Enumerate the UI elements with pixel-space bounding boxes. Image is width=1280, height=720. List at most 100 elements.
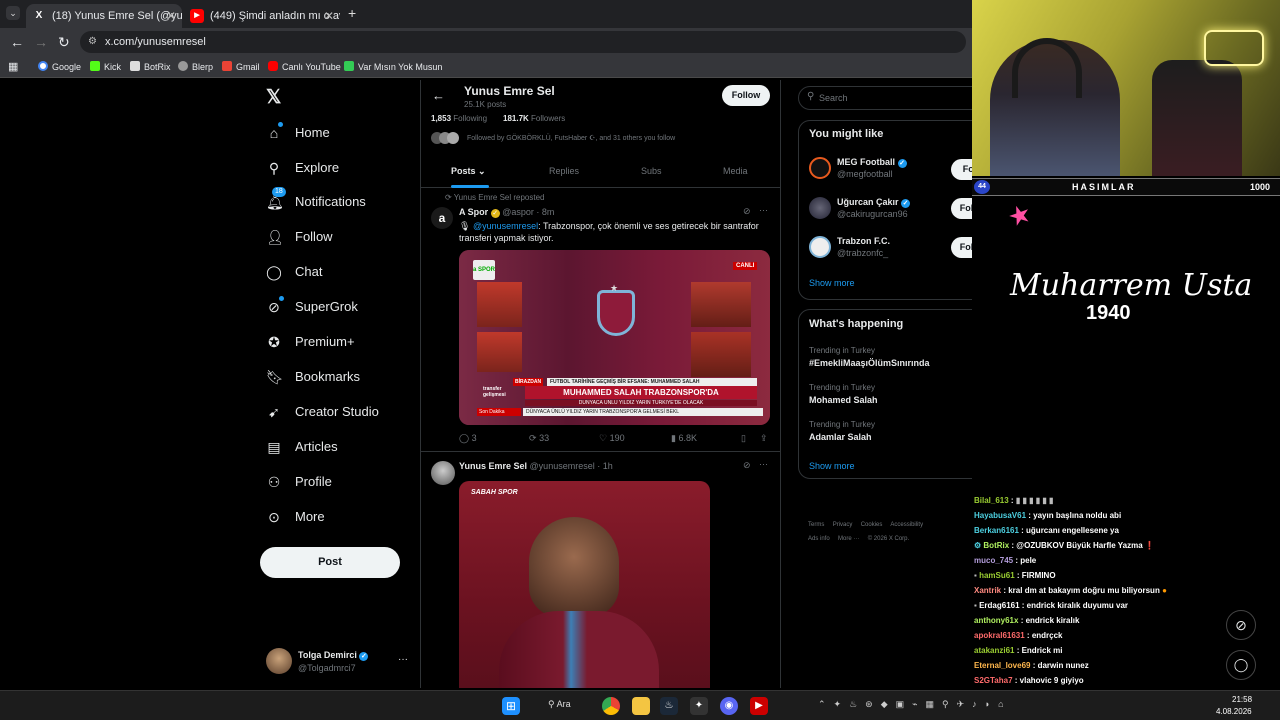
tab-title: (18) Yunus Emre Sel (@yun… xyxy=(52,10,182,22)
post-image[interactable]: a SPOR CANLI ★ BİRAZDAN FUTBOL TARİHİNE … xyxy=(459,250,770,425)
start-icon[interactable]: ⊞ xyxy=(502,697,520,715)
account-switcher[interactable]: Tolga Demirci ✓ @Tolgadmrci7 ··· xyxy=(266,646,412,676)
footer-link[interactable]: Terms xyxy=(808,522,824,528)
show-more-link[interactable]: Show more xyxy=(809,278,855,288)
tray-icons[interactable]: ⌃✦♨⊛◆▣⌁▦⚲✈♪◗⌂ xyxy=(818,699,1012,710)
bookmark-kick[interactable]: Kick xyxy=(90,59,121,75)
footer-link[interactable]: Cookies xyxy=(861,522,883,528)
footer-link[interactable]: Accessibility xyxy=(890,522,923,528)
like-button[interactable]: ♡ 190 xyxy=(599,433,625,444)
post-image[interactable]: SABAH SPOR xyxy=(459,481,710,688)
tab-media[interactable]: Media xyxy=(723,166,748,176)
messages-float-button[interactable]: ◯ xyxy=(1226,650,1256,680)
bar-left-count: 44 xyxy=(974,180,990,194)
tab-list-chevron-icon[interactable]: ⌄ xyxy=(6,6,20,20)
sidebar-item-bookmarks[interactable]: 🔖︎ Bookmarks xyxy=(266,360,360,394)
site-info-icon[interactable]: ⚙ xyxy=(88,31,97,53)
x-logo-icon[interactable]: 𝕏 xyxy=(266,88,286,108)
close-tab-icon[interactable]: ✕ xyxy=(324,6,334,26)
game-icon[interactable]: ✦ xyxy=(690,697,708,715)
rivals-bar: 44 HASIMLAR 1000 xyxy=(972,178,1280,196)
trend-item[interactable]: Trending in Turkey Adamlar Salah xyxy=(809,420,875,442)
tab-posts[interactable]: Posts ⌄ xyxy=(451,166,486,177)
back-arrow-icon[interactable]: ← xyxy=(432,88,445,103)
post-author-line: A Spor ✓ @aspor · 8m xyxy=(459,207,555,218)
bookmark-icon[interactable]: ▯ xyxy=(741,433,746,444)
bookmark-botrix[interactable]: BotRix xyxy=(130,59,171,75)
following-link[interactable]: 1,853 Following xyxy=(431,114,487,123)
grok-float-button[interactable]: ⊘ xyxy=(1226,610,1256,640)
grok-icon[interactable]: ⊘ xyxy=(743,206,751,217)
player-jersey xyxy=(499,611,659,688)
back-icon[interactable]: ← xyxy=(10,34,24,50)
account-name: Tolga Demirci ✓ xyxy=(298,650,369,661)
bookmark-google[interactable]: Google xyxy=(38,59,81,75)
verified-icon: ✓ xyxy=(897,159,907,168)
youtube-icon[interactable]: ▶ xyxy=(750,697,768,715)
repost-icon: ⟳ xyxy=(529,433,537,443)
sidebar-item-premium[interactable]: ✪ Premium+ xyxy=(266,325,354,359)
footer-link[interactable]: Privacy xyxy=(833,522,853,528)
profile-follow-button[interactable]: Follow xyxy=(722,85,770,106)
file-explorer-icon[interactable] xyxy=(632,697,650,715)
trend-item[interactable]: Trending in Turkey #EmekliMaaşıÖlümSınırı… xyxy=(809,346,930,368)
url-input[interactable]: ⚙ x.com/yunusemresel xyxy=(80,31,966,53)
sidebar-item-supergrok[interactable]: ⊘ SuperGrok xyxy=(266,290,358,324)
sidebar-item-explore[interactable]: ⚲ Explore xyxy=(266,151,339,185)
post-card[interactable]: Yunus Emre Sel @yunusemresel · 1h ⊘ ··· … xyxy=(421,453,780,688)
tab-x-profile[interactable]: X (18) Yunus Emre Sel (@yun… ✕ xyxy=(26,4,182,28)
sidebar-item-follow[interactable]: 👤︎ Follow xyxy=(266,220,333,254)
bookmark-youtube[interactable]: Canlı YouTube xyxy=(268,59,341,75)
verified-gold-icon: ✓ xyxy=(490,209,500,218)
sidebar-item-more[interactable]: ⊙ More xyxy=(266,500,325,534)
views-stat[interactable]: ▮ 6.8K xyxy=(671,433,697,444)
footer-link[interactable]: More ··· xyxy=(838,536,859,542)
bookmark-blerp[interactable]: Blerp xyxy=(178,59,213,75)
chat-message: ▪ Erdag6161 : endrick kiralık duyumu var xyxy=(974,601,1129,610)
reload-icon[interactable]: ↻ xyxy=(58,34,70,51)
tab-youtube[interactable]: ▶ (449) Şimdi anladın mı o avludan… ✕ xyxy=(184,4,340,28)
sidebar-item-creator-studio[interactable]: ➹ Creator Studio xyxy=(266,395,379,429)
chrome-icon[interactable] xyxy=(602,697,620,715)
tab-subs[interactable]: Subs xyxy=(641,166,662,176)
chat-message: apokral61631 : endrçck xyxy=(974,631,1063,640)
sidebar-item-chat[interactable]: ◯ Chat xyxy=(266,255,322,289)
discord-icon[interactable]: ◉ xyxy=(720,697,738,715)
repost-button[interactable]: ⟳ 33 xyxy=(529,433,549,444)
steam-icon[interactable]: ♨ xyxy=(660,697,678,715)
followers-link[interactable]: 181.7K Followers xyxy=(503,114,565,123)
column-divider xyxy=(780,80,781,688)
tv-logo: a SPOR xyxy=(473,260,495,280)
sidebar-item-notifications[interactable]: 🔔︎ Notifications 18 xyxy=(266,185,366,219)
share-icon[interactable]: ⇪ xyxy=(760,433,768,444)
grok-icon[interactable]: ⊘ xyxy=(743,460,751,471)
bookmark-gmail[interactable]: Gmail xyxy=(222,59,260,75)
tab-replies[interactable]: Replies xyxy=(549,166,579,176)
post-card[interactable]: ⟳ Yunus Emre Sel reposted a A Spor ✓ @as… xyxy=(421,189,780,452)
mention-link[interactable]: @yunusemresel xyxy=(473,221,538,231)
show-more-link[interactable]: Show more xyxy=(809,461,855,471)
reply-button[interactable]: ◯ 3 xyxy=(459,433,477,444)
sidebar-item-articles[interactable]: ▤ Articles xyxy=(266,430,337,464)
forward-icon[interactable]: → xyxy=(34,34,48,50)
search-icon: ⚲ xyxy=(807,91,815,102)
post-button[interactable]: Post xyxy=(260,547,400,578)
ticker-bottom: DÜNYACA ÜNLÜ YILDIZ YARIN TRABZONSPOR'A … xyxy=(523,408,763,416)
taskbar-search[interactable]: ⚲ Ara xyxy=(548,699,571,710)
sidebar-item-profile[interactable]: ⚇ Profile xyxy=(266,465,332,499)
avatar xyxy=(809,236,831,258)
emote-icons: ▮ ▮ ▮ ▮ ▮ ▮ xyxy=(1015,496,1054,505)
sidebar-item-home[interactable]: ⌂ Home xyxy=(266,116,330,150)
more-dots-icon[interactable]: ··· xyxy=(759,459,768,469)
panelist-box xyxy=(477,332,522,372)
apps-grid-icon[interactable]: ▦ xyxy=(8,59,18,75)
more-dots-icon[interactable]: ··· xyxy=(398,654,408,665)
followed-by-text[interactable]: Followed by GÖKBÖRKLÜ, FutsHaber ☪︎, and… xyxy=(467,134,675,142)
close-tab-icon[interactable]: ✕ xyxy=(166,6,176,26)
new-tab-button[interactable]: + xyxy=(348,5,356,21)
footer-link[interactable]: Ads info xyxy=(808,536,830,542)
grok-icon: ⊘ xyxy=(268,299,280,315)
trend-item[interactable]: Trending in Turkey Mohamed Salah xyxy=(809,383,878,405)
bookmark-vmyk[interactable]: Var Mısın Yok Musun xyxy=(344,59,442,75)
more-dots-icon[interactable]: ··· xyxy=(759,205,768,215)
